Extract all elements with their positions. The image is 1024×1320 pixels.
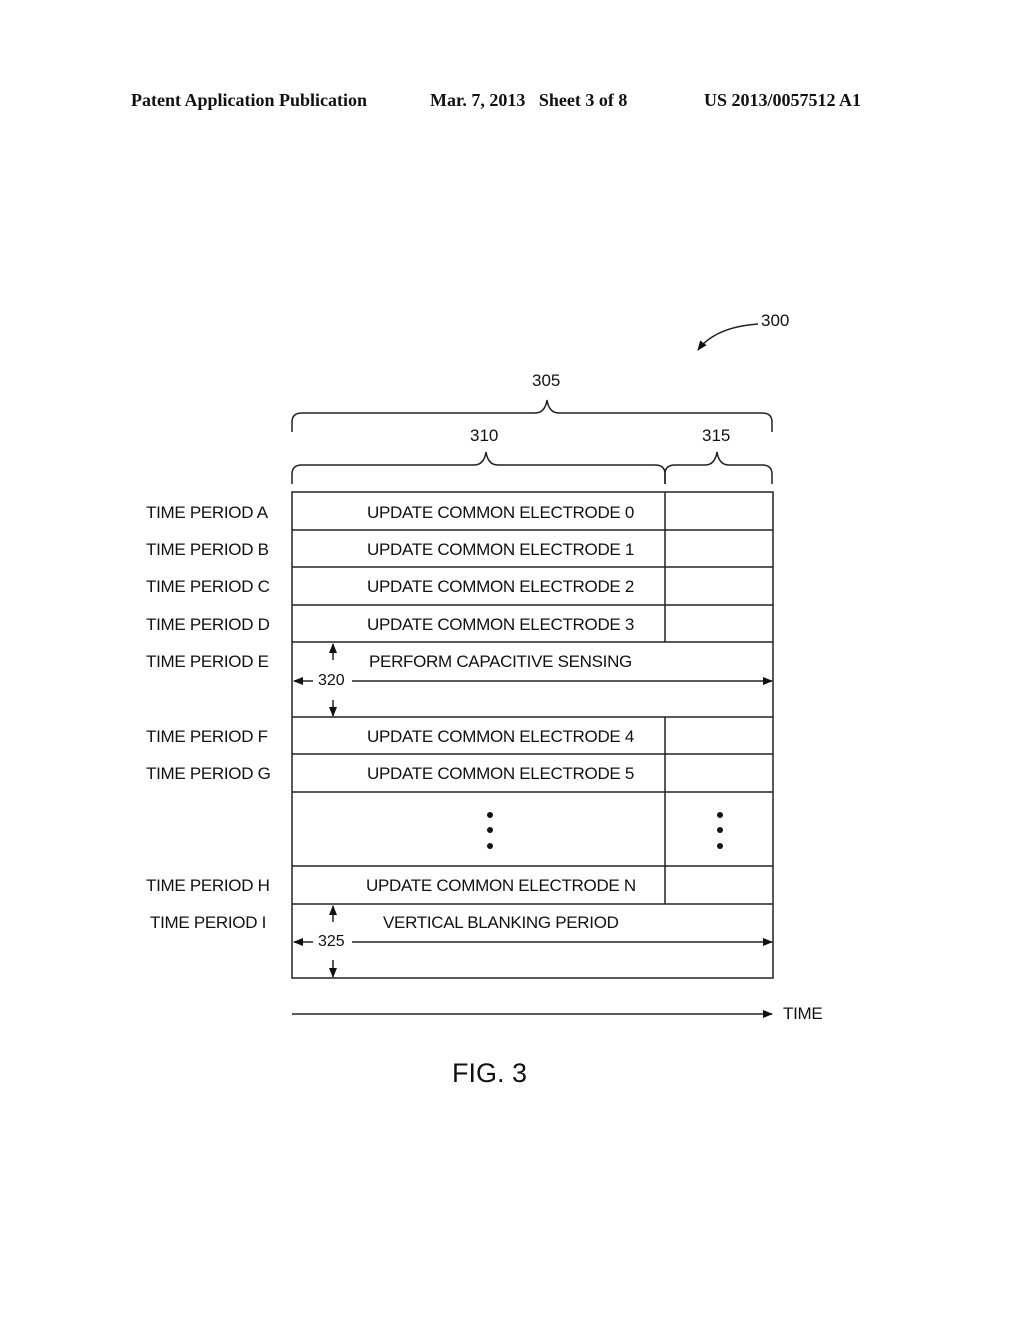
ref-300: 300 — [761, 311, 790, 330]
figure-caption: FIG. 3 — [452, 1058, 528, 1088]
row-content: UPDATE COMMON ELECTRODE 3 — [367, 615, 635, 634]
time-period-label: TIME PERIOD H — [146, 876, 270, 895]
ellipsis-dot — [717, 812, 723, 818]
ref-325: 325 — [318, 933, 345, 950]
row-content: UPDATE COMMON ELECTRODE 4 — [367, 727, 635, 746]
row-content: PERFORM CAPACITIVE SENSING — [369, 652, 632, 671]
ref-300-leader — [697, 323, 759, 351]
brace-315 — [664, 451, 773, 484]
row-content: UPDATE COMMON ELECTRODE 2 — [367, 577, 635, 596]
time-axis-label: TIME — [783, 1004, 823, 1023]
ref-315: 315 — [702, 426, 731, 445]
time-period-label: TIME PERIOD B — [146, 540, 269, 559]
time-period-label: TIME PERIOD D — [146, 615, 270, 634]
patent-drawing-sheet: Patent Application Publication Mar. 7, 2… — [0, 0, 1024, 1320]
ref-320: 320 — [318, 672, 345, 689]
row-content: UPDATE COMMON ELECTRODE 1 — [367, 540, 635, 559]
ellipsis-dot — [717, 827, 723, 833]
time-period-label: TIME PERIOD I — [150, 913, 267, 932]
ref-305: 305 — [532, 371, 561, 390]
time-period-label: TIME PERIOD F — [146, 727, 268, 746]
row-content: UPDATE COMMON ELECTRODE N — [366, 876, 636, 895]
row-content: UPDATE COMMON ELECTRODE 0 — [367, 503, 635, 522]
time-period-label: TIME PERIOD G — [146, 764, 271, 783]
ref-310: 310 — [470, 426, 499, 445]
ellipsis-dot — [487, 827, 493, 833]
brace-310 — [291, 451, 666, 484]
ellipsis-dot — [487, 843, 493, 849]
ellipsis-dot — [717, 843, 723, 849]
brace-305 — [291, 399, 773, 432]
ellipsis-dot — [487, 812, 493, 818]
time-period-label: TIME PERIOD A — [146, 503, 268, 522]
row-content: UPDATE COMMON ELECTRODE 5 — [367, 764, 635, 783]
time-period-label: TIME PERIOD E — [146, 652, 269, 671]
time-period-label: TIME PERIOD C — [146, 577, 270, 596]
row-content: VERTICAL BLANKING PERIOD — [383, 913, 619, 932]
